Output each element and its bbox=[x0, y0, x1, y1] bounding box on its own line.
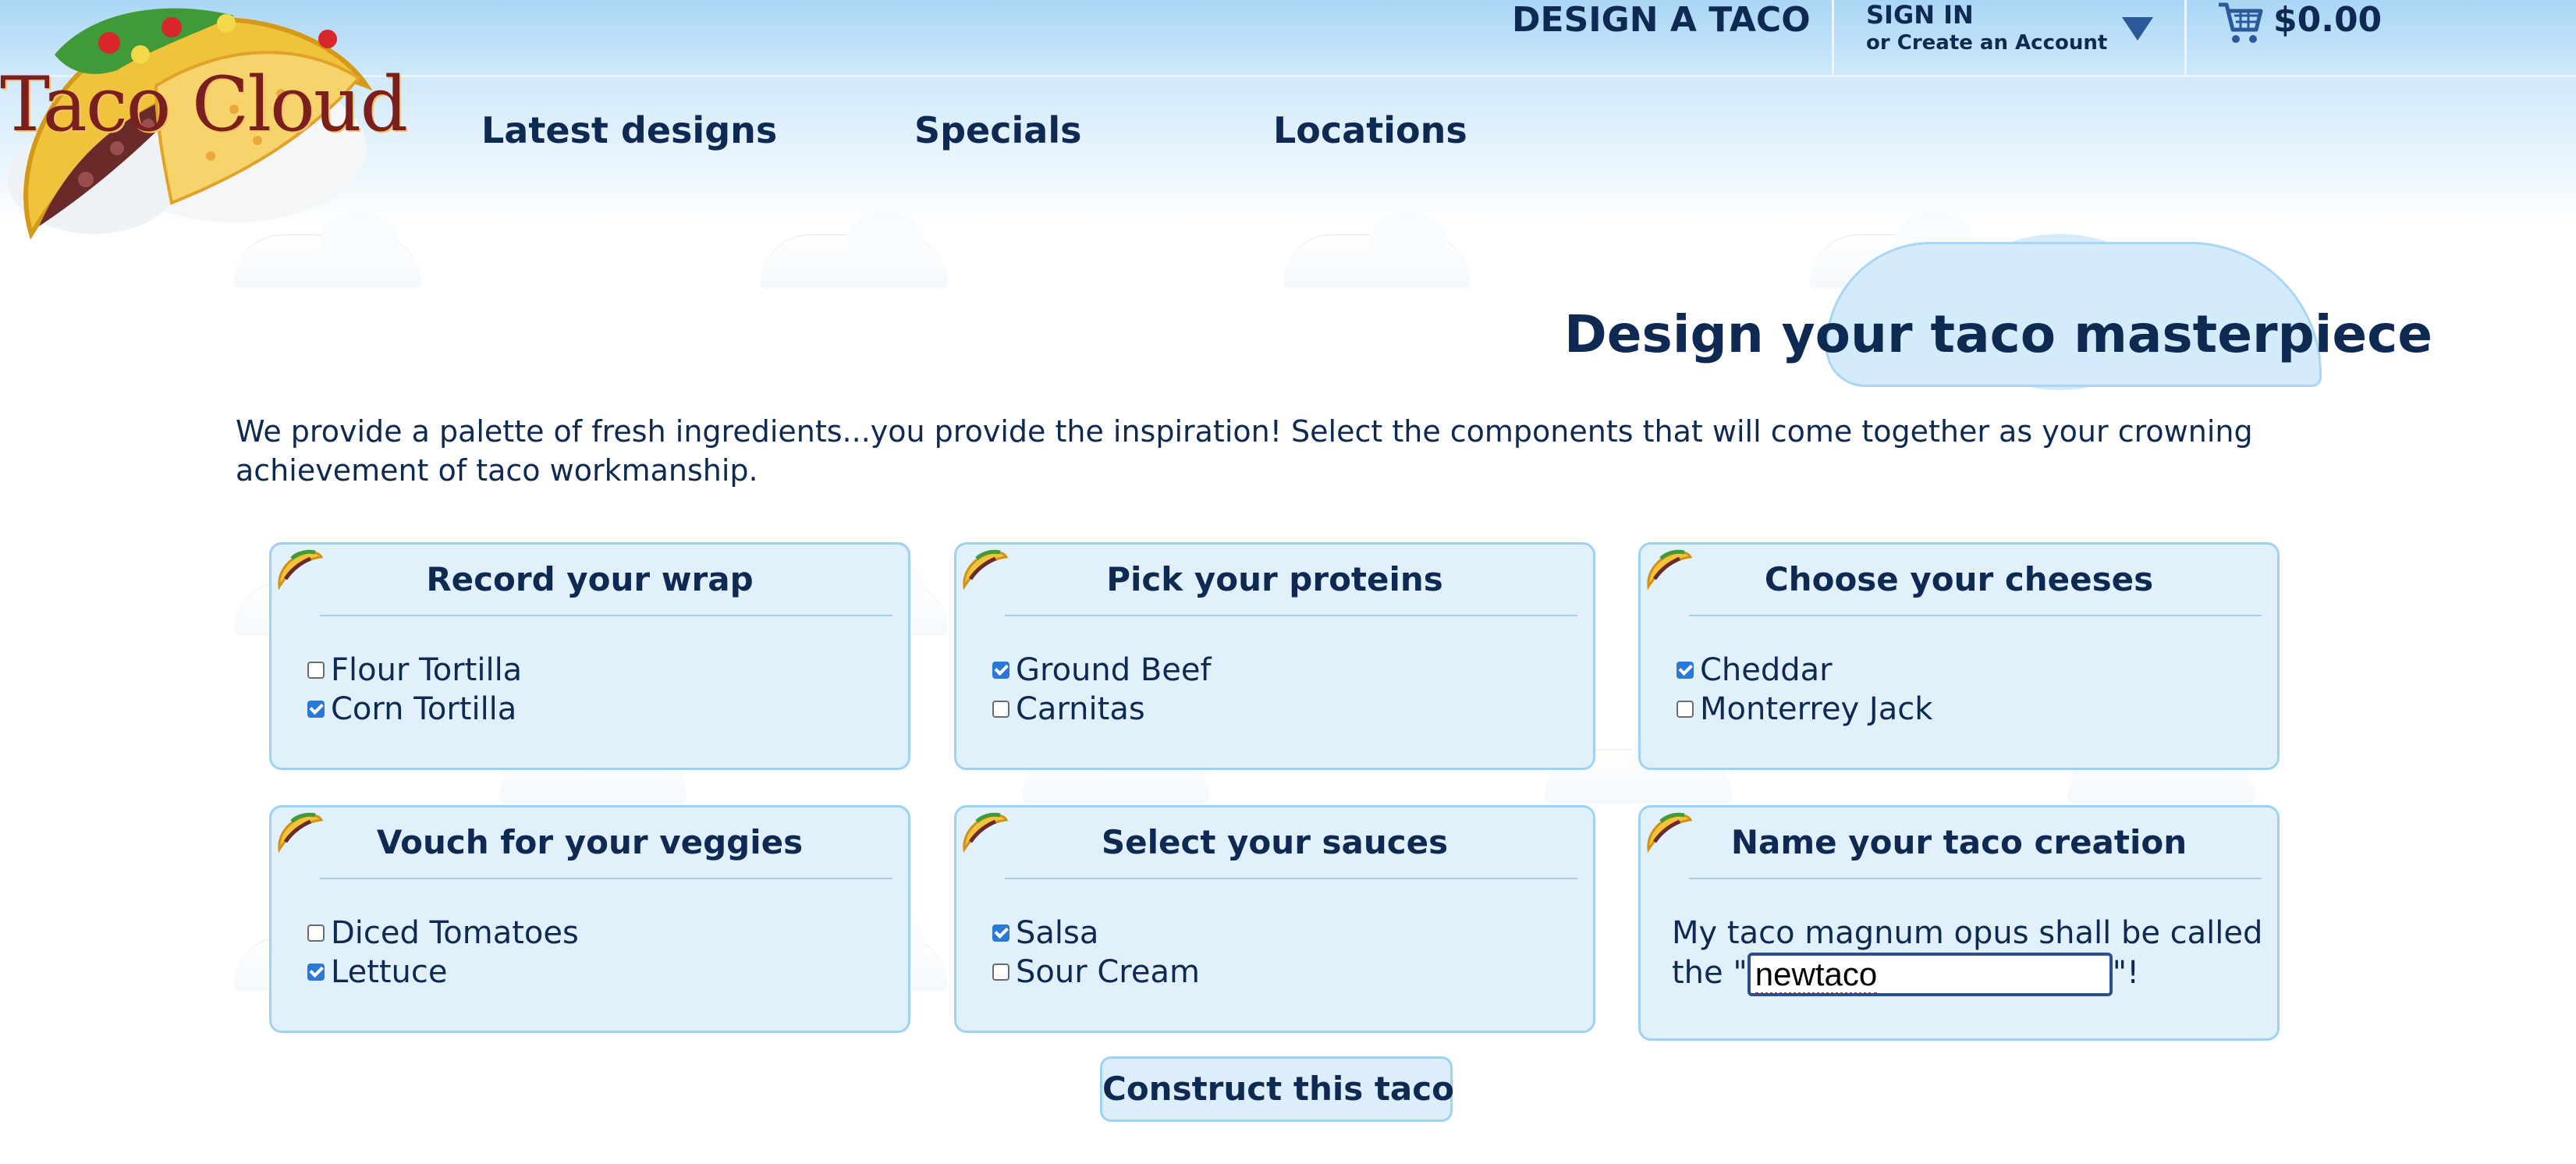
ingredient-option[interactable]: Sour Cream bbox=[992, 953, 1200, 992]
ingredient-option[interactable]: Cheddar bbox=[1677, 651, 1932, 690]
ingredient-option[interactable]: Diced Tomatoes bbox=[307, 914, 579, 953]
ingredient-label: Flour Tortilla bbox=[331, 652, 523, 688]
nav-locations[interactable]: Locations bbox=[1273, 109, 1467, 151]
checkbox[interactable] bbox=[307, 701, 325, 718]
panel-title: Name your taco creation bbox=[1730, 823, 2187, 861]
background-cloud bbox=[1283, 212, 1471, 289]
ingredient-options: Diced Tomatoes Lettuce bbox=[307, 914, 579, 992]
page-title: Design your taco masterpiece bbox=[1564, 304, 2433, 364]
ingredient-options: Ground Beef Carnitas bbox=[992, 651, 1212, 729]
nav-specials[interactable]: Specials bbox=[914, 109, 1081, 151]
ingredient-label: Carnitas bbox=[1016, 691, 1145, 727]
ingredient-panel: Select your sauces Salsa Sour Cream bbox=[954, 805, 1595, 1033]
header-separator bbox=[2184, 0, 2187, 76]
name-panel: Name your taco creation My taco magnum o… bbox=[1638, 805, 2280, 1041]
ingredient-option[interactable]: Salsa bbox=[992, 914, 1200, 953]
panel-title: Choose your cheeses bbox=[1764, 560, 2154, 598]
checkbox[interactable] bbox=[992, 701, 1009, 718]
ingredient-option[interactable]: Ground Beef bbox=[992, 651, 1212, 690]
checkbox[interactable] bbox=[992, 963, 1009, 981]
panel-divider bbox=[1689, 615, 2262, 616]
sign-in-link[interactable]: SIGN IN bbox=[1866, 0, 1974, 30]
header-separator bbox=[1832, 0, 1834, 76]
ingredient-label: Salsa bbox=[1016, 915, 1099, 951]
checkbox[interactable] bbox=[992, 924, 1009, 942]
ingredient-label: Ground Beef bbox=[1016, 652, 1212, 688]
ingredient-option[interactable]: Flour Tortilla bbox=[307, 651, 522, 690]
ingredient-option[interactable]: Carnitas bbox=[992, 690, 1212, 729]
panel-title: Pick your proteins bbox=[1106, 560, 1443, 598]
checkbox[interactable] bbox=[992, 662, 1009, 679]
ingredient-option[interactable]: Corn Tortilla bbox=[307, 690, 522, 729]
ingredient-label: Diced Tomatoes bbox=[331, 915, 579, 951]
background-cloud bbox=[761, 212, 948, 289]
cart-total[interactable]: $0.00 bbox=[2273, 0, 2382, 40]
construct-taco-button[interactable]: Construct this taco bbox=[1100, 1056, 1454, 1122]
logo-text: Taco Cloud bbox=[0, 61, 408, 148]
panel-divider bbox=[320, 878, 892, 879]
create-account-link[interactable]: or Create an Account bbox=[1866, 31, 2107, 55]
checkbox[interactable] bbox=[307, 924, 325, 942]
panel-divider bbox=[1005, 878, 1577, 879]
ingredient-panel: Record your wrap Flour Tortilla Corn Torti… bbox=[269, 542, 910, 770]
taco-cloud-logo[interactable]: Taco Cloud bbox=[0, 0, 408, 257]
ingredient-label: Monterrey Jack bbox=[1700, 691, 1933, 727]
panel-title: Select your sauces bbox=[1101, 823, 1449, 861]
taco-name-value: newtaco bbox=[1755, 956, 1878, 993]
chevron-down-icon[interactable] bbox=[2122, 17, 2153, 41]
shopping-cart-icon[interactable] bbox=[2216, 0, 2264, 47]
panel-title: Record your wrap bbox=[426, 560, 754, 598]
intro-text: We provide a palette of fresh ingredient… bbox=[236, 414, 2253, 488]
panel-divider bbox=[1689, 878, 2262, 879]
ingredient-options: Flour Tortilla Corn Tortilla bbox=[307, 651, 522, 729]
ingredient-options: Cheddar Monterrey Jack bbox=[1677, 651, 1932, 729]
checkbox[interactable] bbox=[307, 662, 325, 679]
ingredient-panel: Vouch for your veggies Diced Tomatoes Lett… bbox=[269, 805, 910, 1033]
ingredient-label: Lettuce bbox=[331, 954, 448, 990]
ingredient-option[interactable]: Monterrey Jack bbox=[1677, 690, 1932, 729]
ingredient-label: Corn Tortilla bbox=[331, 691, 517, 727]
ingredient-label: Sour Cream bbox=[1016, 954, 1200, 990]
ingredient-panel: Pick your proteins Ground Beef Carnitas bbox=[954, 542, 1595, 770]
ingredient-label: Cheddar bbox=[1700, 652, 1833, 688]
ingredient-panel: Choose your cheeses Cheddar Monterrey Jack bbox=[1638, 542, 2280, 770]
nav-latest-designs[interactable]: Latest designs bbox=[481, 109, 777, 151]
panel-divider bbox=[1005, 615, 1577, 616]
taco-name-sentence: My taco magnum opus shall be called the … bbox=[1672, 914, 2265, 996]
ingredient-option[interactable]: Lettuce bbox=[307, 953, 579, 992]
panel-title: Vouch for your veggies bbox=[376, 823, 804, 861]
ingredient-options: Salsa Sour Cream bbox=[992, 914, 1200, 992]
checkbox[interactable] bbox=[1677, 662, 1694, 679]
checkbox[interactable] bbox=[307, 963, 325, 981]
design-a-taco-link[interactable]: DESIGN A TACO bbox=[1512, 0, 1811, 40]
taco-name-input[interactable]: newtaco bbox=[1747, 953, 2113, 996]
taco-name-suffix: "! bbox=[2112, 955, 2140, 991]
checkbox[interactable] bbox=[1677, 701, 1694, 718]
panel-divider bbox=[320, 615, 892, 616]
